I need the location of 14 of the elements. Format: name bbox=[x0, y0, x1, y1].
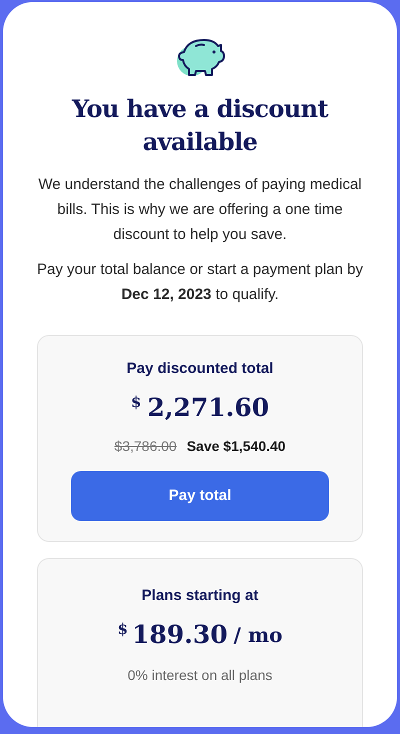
currency-symbol: $ bbox=[118, 618, 128, 640]
discounted-amount: 2,271.60 bbox=[147, 392, 270, 424]
plan-amount: 189.30 bbox=[132, 618, 228, 650]
intro-text: We understand the challenges of paying medical bills. This is why we are offering a one time discount to help you save. bbox=[37, 175, 363, 245]
pay-total-button[interactable]: Pay total bbox=[71, 471, 329, 521]
card-heading: Pay discounted total bbox=[126, 359, 274, 379]
interest-note: 0% interest on all plans bbox=[128, 666, 272, 685]
page-title: You have a discount available bbox=[70, 93, 330, 158]
original-price: $3,786.00 bbox=[114, 437, 177, 456]
savings-text: Save $1,540.40 bbox=[186, 437, 286, 456]
plan-period: / mo bbox=[234, 622, 282, 648]
currency-symbol: $ bbox=[130, 392, 142, 412]
card-heading: Plans starting at bbox=[142, 586, 258, 606]
deadline-text: Pay your total balance or start a payment plan by Dec 12, 2023 to qualify. bbox=[36, 260, 364, 305]
